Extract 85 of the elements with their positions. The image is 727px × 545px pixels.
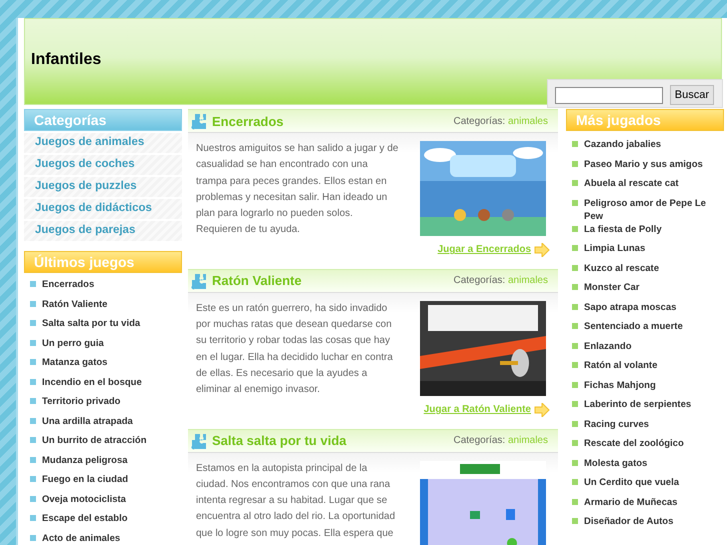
bullet-icon — [572, 460, 578, 466]
arrow-icon — [534, 242, 550, 257]
game-link[interactable]: Un Cerdito que vuela — [584, 476, 680, 489]
bullet-icon — [572, 226, 578, 232]
game-link[interactable]: Sentenciado a muerte — [584, 320, 683, 333]
game-link[interactable]: Armario de Muñecas — [584, 496, 678, 508]
post-description: Estamos en la autopista principal de la ciudad. Nos encontramos con que una rana intenta regresar a su habitad. Lugar que se encuentra al otro lado del rio. La oportunidad que lo logre son muy pocas. Ella espera que — [196, 462, 396, 541]
game-link[interactable]: Oveja motociclista — [42, 492, 126, 506]
bullet-icon — [30, 515, 36, 521]
game-link[interactable]: Incendio en el bosque — [42, 376, 142, 388]
puzzle-icon — [190, 112, 208, 130]
bullet-icon — [572, 342, 578, 348]
game-link[interactable]: Sapo atrapa moscas — [584, 300, 676, 314]
search-field[interactable] — [554, 86, 663, 104]
bullet-icon — [572, 141, 578, 147]
game-link[interactable]: Mudanza peligrosa — [42, 454, 128, 466]
bullet-icon — [572, 264, 578, 270]
game-link[interactable]: Rescate del zoológico — [584, 437, 684, 450]
bullet-icon — [572, 180, 578, 186]
bullet-icon — [30, 320, 36, 326]
bullet-icon — [572, 284, 578, 290]
search-button[interactable]: Buscar — [670, 85, 714, 105]
category-text: Categorías: animales — [453, 116, 548, 126]
bullet-icon — [30, 456, 36, 462]
site-title: Infantiles — [31, 51, 102, 69]
bullet-icon — [30, 300, 36, 306]
game-link[interactable]: Ratón al volante — [584, 359, 658, 372]
game-link[interactable]: Paseo Mario y sus amigos — [584, 158, 703, 170]
game-link[interactable]: Abuela al rescate cat — [584, 177, 679, 190]
puzzle-icon — [190, 272, 208, 290]
game-link[interactable]: Salta salta por tu vida — [42, 317, 140, 330]
bullet-icon — [572, 160, 578, 166]
bullet-icon — [30, 359, 36, 365]
game-link[interactable]: Kuzco al rescate — [584, 262, 659, 274]
game-link[interactable]: Una ardilla atrapada — [42, 414, 133, 428]
game-link[interactable]: Acto de animales — [42, 532, 120, 544]
bullet-icon — [572, 420, 578, 426]
bullet-icon — [30, 378, 36, 384]
game-link[interactable]: Escape del establo — [42, 512, 128, 525]
bullet-icon — [30, 418, 36, 424]
bullet-icon — [572, 362, 578, 368]
bullet-icon — [572, 498, 578, 504]
bullet-icon — [30, 496, 36, 502]
game-link[interactable]: Encerrados — [42, 278, 94, 291]
bullet-icon — [30, 340, 36, 346]
game-link[interactable]: Ratón Valiente — [42, 298, 108, 310]
post-description: Este es un ratón guerrero, ha sido invadido por muchas ratas que desean quedarse con su territorio y robar todas las cosas que hay en el lugar. Ella ha decidido luchar en contra de ellas. Es necesario que la ayudes a eliminar al enemigo invasor. — [196, 302, 394, 398]
category-text: Categorías: animales — [453, 275, 548, 286]
category-text: Categorías: animales — [453, 435, 548, 446]
game-link[interactable]: Peligroso amor de Pepe Le Pew — [584, 196, 724, 222]
post-description: Nuestros amiguitos se han salido a jugar y de casualidad se han encontrado con una trampa para peces grandes. Ellos estan en problemas y necesitan salir. Han ideado un plan para lograrlo no pueden solos. Requieren de tu ayuda. — [196, 142, 400, 238]
bullet-icon — [30, 476, 36, 482]
game-link[interactable]: Fuego en la ciudad — [42, 473, 128, 486]
section-heading: Últimos juegos — [24, 251, 182, 273]
section-heading: Categorías — [24, 109, 182, 131]
bullet-icon — [572, 401, 578, 407]
game-link[interactable]: Racing curves — [584, 418, 649, 430]
bullet-icon — [572, 518, 578, 524]
bullet-icon — [572, 304, 578, 310]
game-link[interactable]: Un perro guia — [42, 336, 104, 350]
bullet-icon — [572, 323, 578, 329]
game-link[interactable]: Fichas Mahjong — [584, 378, 656, 392]
section-heading: Más jugados — [566, 109, 724, 131]
game-link[interactable]: Limpia Lunas — [584, 242, 646, 255]
bullet-icon — [572, 479, 578, 485]
game-link[interactable]: Matanza gatos — [42, 356, 108, 369]
bullet-icon — [30, 398, 36, 404]
game-link[interactable]: Molesta gatos — [584, 456, 648, 470]
bullet-icon — [572, 200, 578, 206]
game-link[interactable]: Monster Car — [584, 281, 640, 294]
puzzle-icon — [190, 432, 208, 450]
bullet-icon — [572, 245, 578, 251]
game-link[interactable]: La fiesta de Polly — [584, 222, 662, 236]
bullet-icon — [572, 382, 578, 388]
game-link[interactable]: Un burrito de atracción — [42, 434, 147, 447]
bullet-icon — [30, 534, 36, 540]
bullet-icon — [30, 437, 36, 443]
game-link[interactable]: Enlazando — [584, 340, 632, 352]
game-link[interactable]: Diseñador de Autos — [584, 515, 674, 528]
bullet-icon — [572, 440, 578, 446]
arrow-icon — [534, 402, 550, 417]
game-link[interactable]: Laberinto de serpientes — [584, 398, 692, 411]
bullet-icon — [30, 281, 36, 287]
game-link[interactable]: Cazando jabalies — [584, 138, 662, 151]
game-link[interactable]: Territorio privado — [42, 395, 120, 408]
